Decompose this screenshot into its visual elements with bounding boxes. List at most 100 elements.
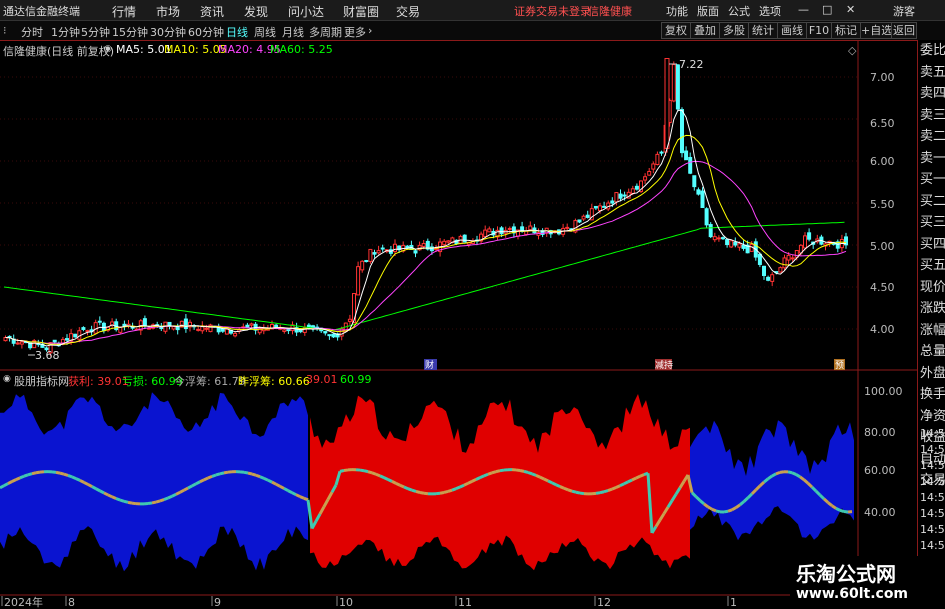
date-tick: 2024年 (4, 595, 43, 609)
quote-row-label: 卖四 (920, 86, 945, 101)
candle (171, 326, 176, 330)
candlesticks (3, 58, 848, 357)
candle (81, 327, 86, 330)
chart-grid (0, 76, 858, 330)
maximize-icon[interactable]: □ (822, 3, 832, 16)
period-60min[interactable]: 60分钟 (188, 24, 224, 40)
candle (762, 265, 766, 276)
menu-ask[interactable]: 问小达 (288, 3, 324, 20)
menu-wealth[interactable]: 财富圈 (343, 3, 379, 20)
add-watchlist-button[interactable]: +自选 (860, 22, 892, 39)
collapse-icon[interactable]: ◉ (104, 44, 112, 54)
date-axis: 2024年 8 9 10 11 12 1 (1, 595, 737, 609)
candle (331, 333, 336, 338)
quote-row-label: 涨幅 (920, 322, 945, 338)
adjust-button[interactable]: 复权 (661, 22, 691, 39)
candle (376, 250, 381, 254)
quote-row-label: 换手 (920, 387, 945, 402)
menu-trade[interactable]: 交易 (396, 3, 420, 20)
candle (688, 156, 693, 174)
period-15min[interactable]: 15分钟 (112, 24, 148, 40)
menu-options[interactable]: 选项 (759, 3, 781, 19)
ma5-line (5, 109, 847, 347)
toolbar-grip-icon: ⁝ (3, 24, 7, 37)
menu-news[interactable]: 资讯 (200, 3, 224, 20)
candle (598, 205, 602, 212)
mark-button[interactable]: 标记 (831, 22, 861, 39)
candle (421, 243, 426, 247)
candle (593, 205, 598, 209)
event-forecast-label[interactable]: 预 (835, 360, 844, 371)
period-5min[interactable]: 5分钟 (81, 24, 110, 40)
candle (118, 326, 123, 333)
f10-button[interactable]: F10 (806, 22, 832, 39)
overlay-button[interactable]: 叠加 (690, 22, 720, 39)
candle (483, 229, 488, 238)
quote-row-label: 现价 (920, 279, 945, 295)
event-reduce-label[interactable]: 减持 (655, 359, 673, 371)
indicator-tick: 60.00 (864, 464, 896, 477)
candle (729, 240, 734, 248)
minimize-icon[interactable]: — (798, 3, 809, 16)
candle (360, 260, 365, 271)
candle (610, 200, 615, 204)
period-more[interactable]: 更多 (344, 24, 366, 40)
indicator-name[interactable]: 股朋指标网 (14, 373, 69, 389)
candle (286, 329, 291, 332)
menu-layout[interactable]: 版面 (697, 3, 719, 19)
quote-row-label: 买二 (920, 193, 945, 209)
back-button[interactable]: 返回 (891, 22, 917, 39)
candle (487, 228, 492, 233)
ma60-legend: MA60: 5.25 (270, 43, 333, 56)
watermark: 乐淘公式网 www.60lt.com (790, 556, 945, 609)
more-chevron-icon[interactable]: › (368, 24, 372, 37)
candle (790, 257, 795, 260)
candle (741, 244, 746, 249)
date-tick: 9 (214, 596, 221, 609)
quote-row-label: 委比 (920, 43, 945, 58)
quote-row-label: 买五 (920, 258, 945, 273)
guest-user[interactable]: 游客 (893, 3, 915, 19)
candle (757, 253, 762, 265)
close-icon[interactable]: ✕ (846, 3, 855, 16)
period-multi[interactable]: 多周期 (309, 24, 342, 40)
period-daily[interactable]: 日线 (226, 24, 248, 40)
stats-button[interactable]: 统计 (748, 22, 778, 39)
candle (15, 342, 20, 345)
candle (680, 109, 684, 154)
yesterday-float-legend: 昨浮筹: 60.66 (238, 375, 310, 388)
menu-quotes[interactable]: 行情 (112, 3, 136, 20)
candle (786, 254, 791, 261)
period-intraday[interactable]: 分时 (21, 24, 43, 40)
candle (733, 241, 738, 246)
menu-market[interactable]: 市场 (156, 3, 180, 20)
event-finance-label[interactable]: 财 (425, 359, 434, 371)
menu-function[interactable]: 功能 (666, 3, 688, 19)
candle (249, 323, 254, 326)
candle (737, 243, 742, 248)
candle (696, 189, 701, 195)
candle (634, 185, 639, 190)
indicator-collapse-icon[interactable]: ◉ (3, 374, 11, 384)
period-30min[interactable]: 30分钟 (150, 24, 186, 40)
login-notice[interactable]: 证券交易未登录 (514, 3, 591, 19)
kline-chart[interactable]: 7.22 3.68 财 减持 预 7.00 6.50 6.00 5.50 5.0… (0, 40, 917, 609)
menu-formula[interactable]: 公式 (728, 3, 750, 19)
candle (807, 232, 812, 240)
candle (65, 338, 69, 341)
period-monthly[interactable]: 月线 (282, 24, 304, 40)
pane-menu-icon[interactable]: ◇ (848, 44, 856, 57)
candle (581, 215, 586, 220)
candle (224, 328, 229, 335)
date-tick: 11 (458, 596, 472, 609)
menu-discover[interactable]: 发现 (244, 3, 268, 20)
draw-button[interactable]: 画线 (777, 22, 807, 39)
period-weekly[interactable]: 周线 (254, 24, 276, 40)
candle (782, 257, 787, 269)
ma20-line (5, 160, 847, 344)
quote-row-label: 净资 (920, 408, 945, 424)
candle (142, 318, 147, 327)
multi-stock-button[interactable]: 多股 (719, 22, 749, 39)
title-bar: 通达信金融终端 行情 市场 资讯 发现 问小达 财富圈 交易 证券交易未登录 信… (0, 0, 945, 21)
period-1min[interactable]: 1分钟 (51, 24, 80, 40)
